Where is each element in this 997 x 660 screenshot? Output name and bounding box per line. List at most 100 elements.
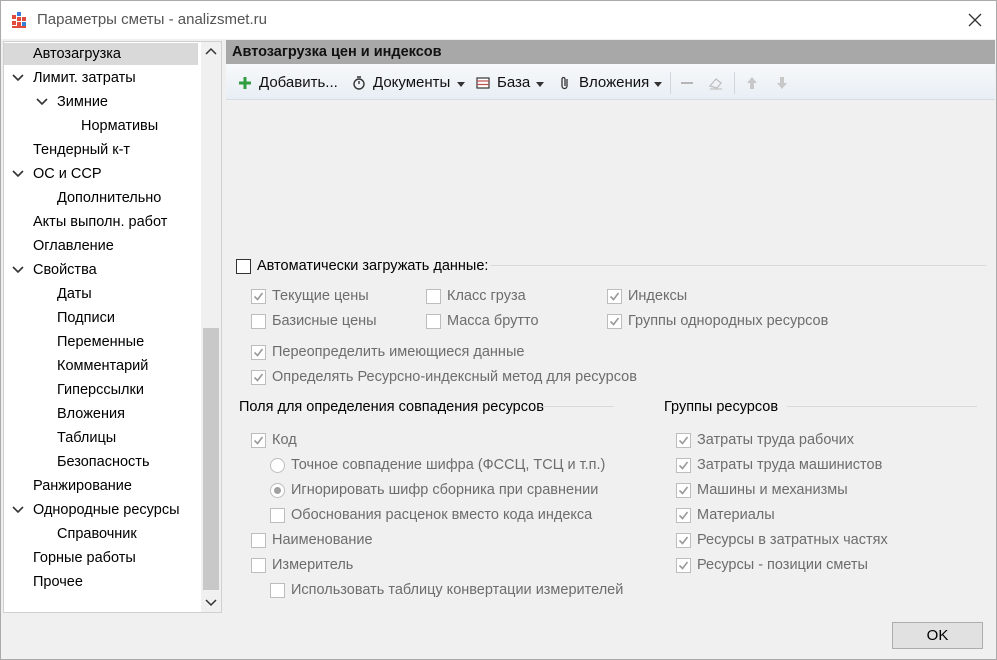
base-prices-checkbox[interactable] <box>251 314 266 329</box>
tree-item-homogeneous-resources[interactable]: Однородные ресурсы <box>4 499 198 521</box>
tree-item-os-ssr[interactable]: ОС и ССР <box>4 163 198 185</box>
chevron-down-icon[interactable] <box>12 264 24 276</box>
tree-item-label: Даты <box>57 286 92 302</box>
resource-groups-option-label: Группы однородных ресурсов <box>628 313 829 329</box>
unit-checkbox[interactable] <box>251 558 266 573</box>
add-button-label: Добавить... <box>259 74 338 91</box>
stopwatch-icon <box>353 76 365 90</box>
title-bar: Параметры сметы - analizsmet.ru <box>1 1 996 39</box>
tree-item-additional[interactable]: Дополнительно <box>4 187 198 209</box>
chevron-down-icon[interactable] <box>201 592 221 612</box>
tree-item-label: Оглавление <box>33 238 114 254</box>
materials-checkbox[interactable] <box>676 508 691 523</box>
arrow-down-icon[interactable] <box>772 72 792 94</box>
auto-load-label: Автоматически загружать данные: <box>257 258 489 274</box>
conversion-table-checkbox[interactable] <box>270 583 285 598</box>
window-title: Параметры сметы - analizsmet.ru <box>37 11 267 28</box>
documents-button-label: Документы <box>373 74 451 91</box>
tree-item-ranking[interactable]: Ранжирование <box>4 475 198 497</box>
name-label: Наименование <box>272 532 373 548</box>
workers-labor-checkbox[interactable] <box>676 433 691 448</box>
tree-item-contents[interactable]: Оглавление <box>4 235 198 257</box>
name-checkbox[interactable] <box>251 533 266 548</box>
tree-item-label: Свойства <box>33 262 97 278</box>
justification-checkbox[interactable] <box>270 508 285 523</box>
tree-item-limit-costs[interactable]: Лимит. затраты <box>4 67 198 89</box>
auto-load-checkbox[interactable] <box>236 259 251 274</box>
close-icon[interactable] <box>964 9 986 31</box>
ignore-code-label: Игнорировать шифр сборника при сравнении <box>291 482 599 498</box>
tree-item-mining[interactable]: Горные работы <box>4 547 198 569</box>
attachments-button[interactable]: Вложения <box>558 72 664 94</box>
documents-list-area[interactable] <box>226 101 995 251</box>
chevron-down-icon[interactable] <box>12 168 24 180</box>
tree-item-hyperlinks[interactable]: Гиперссылки <box>4 379 198 401</box>
group-divider <box>787 406 977 407</box>
tree-item-label: Зимние <box>57 94 108 110</box>
resource-groups-title: Группы ресурсов <box>664 399 779 415</box>
panel-header: Автозагрузка цен и индексов <box>226 40 995 64</box>
tree-scrollbar[interactable] <box>201 42 221 612</box>
cost-parts-resources-checkbox[interactable] <box>676 533 691 548</box>
code-checkbox[interactable] <box>251 433 266 448</box>
chevron-down-icon[interactable] <box>12 504 24 516</box>
settings-tree: Автозагрузка Лимит. затраты Зимние Норма… <box>3 41 222 613</box>
indices-checkbox[interactable] <box>607 289 622 304</box>
machines-label: Машины и механизмы <box>697 482 848 498</box>
tree-item-label: Комментарий <box>57 358 149 374</box>
gross-mass-checkbox[interactable] <box>426 314 441 329</box>
base-button[interactable]: База <box>476 72 546 94</box>
group-divider <box>490 265 986 266</box>
estimate-items-resources-checkbox[interactable] <box>676 558 691 573</box>
scrollbar-thumb[interactable] <box>203 328 219 590</box>
resource-index-method-checkbox[interactable] <box>251 370 266 385</box>
tree-item-norms[interactable]: Нормативы <box>4 115 198 137</box>
tree-item-tables[interactable]: Таблицы <box>4 427 198 449</box>
tree-item-security[interactable]: Безопасность <box>4 451 198 473</box>
tree-item-tender[interactable]: Тендерный к-т <box>4 139 198 161</box>
exact-match-radio[interactable] <box>270 458 285 473</box>
base-prices-label: Базисные цены <box>272 313 377 329</box>
add-button[interactable]: Добавить... <box>238 72 348 94</box>
ok-button[interactable]: OK <box>892 622 983 649</box>
override-checkbox[interactable] <box>251 345 266 360</box>
tree-item-variables[interactable]: Переменные <box>4 331 198 353</box>
justification-label: Обоснования расценок вместо кода индекса <box>291 507 593 523</box>
conversion-table-label: Использовать таблицу конвертации измерит… <box>291 582 624 598</box>
remove-icon[interactable] <box>677 72 697 94</box>
tree-item-autoload[interactable]: Автозагрузка <box>4 43 198 65</box>
tree-item-other[interactable]: Прочее <box>4 571 198 593</box>
tree-item-label: Лимит. затраты <box>33 70 136 86</box>
tree-item-attachments[interactable]: Вложения <box>4 403 198 425</box>
tree-item-signatures[interactable]: Подписи <box>4 307 198 329</box>
exact-match-label: Точное совпадение шифра (ФССЦ, ТСЦ и т.п… <box>291 457 606 473</box>
tree-item-winter[interactable]: Зимние <box>4 91 198 113</box>
chevron-down-icon[interactable] <box>12 72 24 84</box>
tree-item-label: Прочее <box>33 574 83 590</box>
ignore-code-radio[interactable] <box>270 483 285 498</box>
tree-item-label: Однородные ресурсы <box>33 502 180 518</box>
tree-item-acts[interactable]: Акты выполн. работ <box>4 211 198 233</box>
tree-item-properties[interactable]: Свойства <box>4 259 198 281</box>
tree-item-comment[interactable]: Комментарий <box>4 355 198 377</box>
caret-down-icon <box>654 82 662 87</box>
machines-checkbox[interactable] <box>676 483 691 498</box>
documents-button[interactable]: Документы <box>352 72 467 94</box>
resource-groups-option-checkbox[interactable] <box>607 314 622 329</box>
chevron-up-icon[interactable] <box>201 42 221 62</box>
arrow-up-icon[interactable] <box>742 72 762 94</box>
machinists-labor-checkbox[interactable] <box>676 458 691 473</box>
unit-label: Измеритель <box>272 557 354 573</box>
indices-label: Индексы <box>628 288 688 304</box>
cost-parts-resources-label: Ресурсы в затратных частях <box>697 532 888 548</box>
tree-item-dates[interactable]: Даты <box>4 283 198 305</box>
eraser-icon[interactable] <box>706 72 726 94</box>
resource-index-method-label: Определять Ресурсно-индексный метод для … <box>272 369 637 385</box>
cargo-class-checkbox[interactable] <box>426 289 441 304</box>
tree-item-label: Акты выполн. работ <box>33 214 168 230</box>
toolbar-separator <box>734 72 735 94</box>
tree-item-label: Автозагрузка <box>33 46 121 62</box>
chevron-down-icon[interactable] <box>36 96 48 108</box>
tree-item-reference[interactable]: Справочник <box>4 523 198 545</box>
current-prices-checkbox[interactable] <box>251 289 266 304</box>
